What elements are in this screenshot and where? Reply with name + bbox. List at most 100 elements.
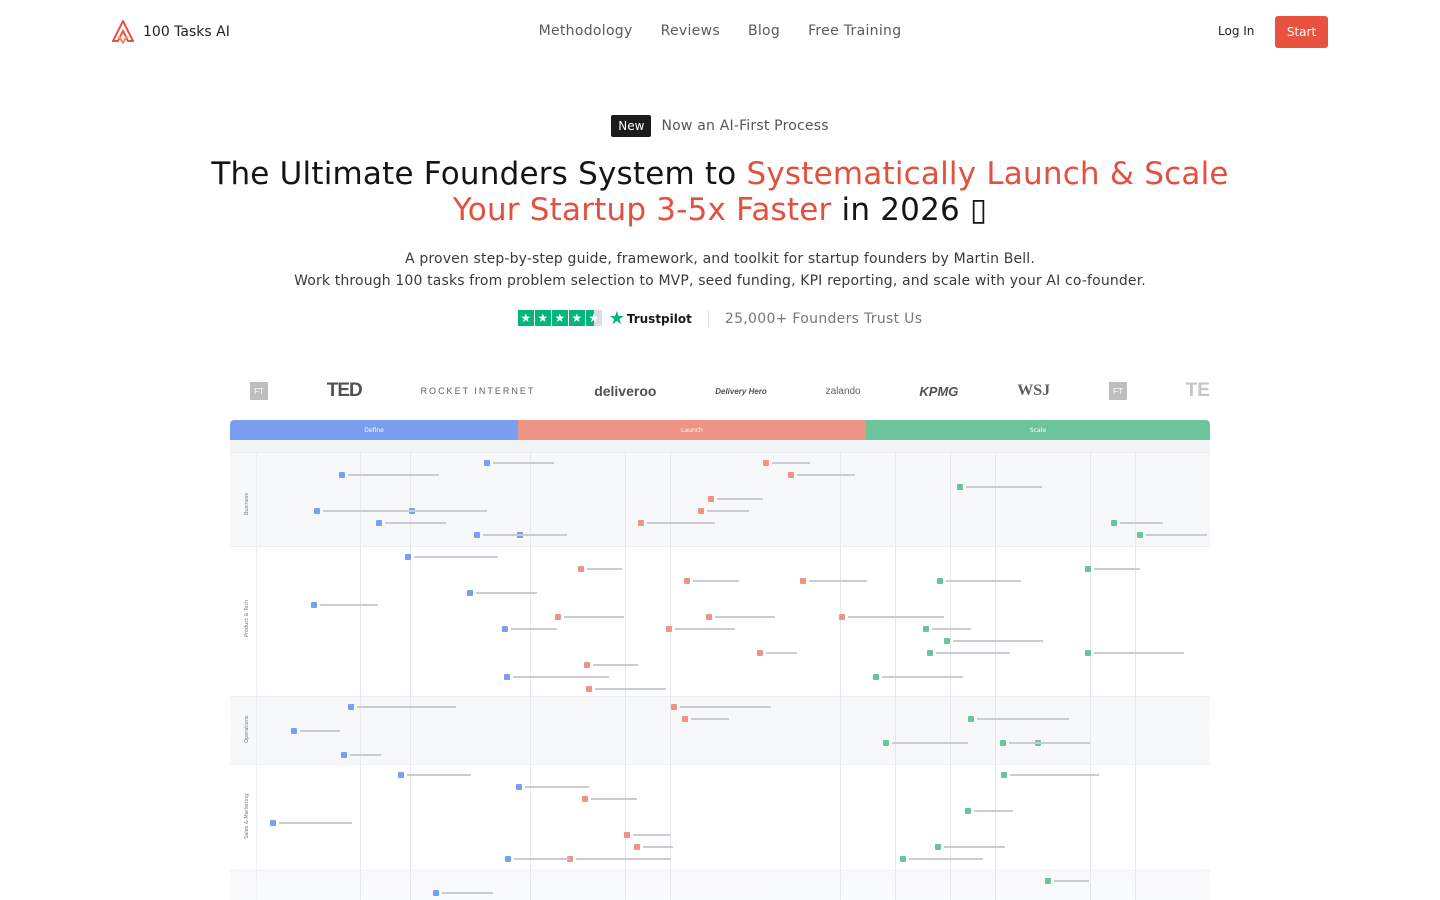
task-checkbox-icon: [586, 686, 592, 692]
task-marker: [671, 704, 771, 710]
task-checkbox-icon: [311, 602, 317, 608]
task-line: [348, 474, 439, 476]
trustpilot-label: Trustpilot: [626, 312, 692, 326]
task-line: [493, 462, 554, 464]
stage-cell: [440, 440, 510, 452]
task-checkbox-icon: [638, 520, 644, 526]
task-line: [1010, 774, 1099, 776]
task-marker: [578, 566, 622, 572]
trust-row: ★ ★ ★ ★ ★ ★ Trustpilot 25,000+ Founders T…: [0, 310, 1440, 328]
lane-label: Business: [244, 492, 250, 515]
task-marker: [409, 508, 487, 514]
task-checkbox-icon: [1085, 566, 1091, 572]
task-line: [1146, 534, 1207, 536]
task-marker: [1085, 650, 1184, 656]
task-checkbox-icon: [502, 626, 508, 632]
task-checkbox-icon: [376, 520, 382, 526]
stage-cell: [650, 440, 720, 452]
task-line: [300, 730, 340, 732]
kpmg-logo: KPMG: [919, 383, 959, 399]
task-marker: [708, 496, 763, 502]
task-line: [511, 628, 557, 630]
task-line: [418, 510, 487, 512]
task-line: [1094, 568, 1140, 570]
task-marker: [706, 614, 775, 620]
task-line: [977, 718, 1069, 720]
task-marker: [757, 650, 797, 656]
task-checkbox-icon: [1045, 878, 1051, 884]
task-checkbox-icon: [873, 674, 879, 680]
task-checkbox-icon: [927, 650, 933, 656]
task-line: [476, 592, 537, 594]
roadmap-board-preview: Define Launch Scale Business Product & T…: [230, 420, 1210, 900]
task-checkbox-icon: [1001, 772, 1007, 778]
task-marker: [624, 832, 670, 838]
task-checkbox-icon: [788, 472, 794, 478]
task-checkbox-icon: [1111, 520, 1117, 526]
wsj-logo: WSJ: [1017, 382, 1051, 399]
headline-glyph: ▯: [969, 192, 988, 228]
task-checkbox-icon: [900, 856, 906, 862]
task-checkbox-icon: [1137, 532, 1143, 538]
task-line: [643, 846, 673, 848]
task-line: [647, 522, 715, 524]
subtitle-line2: Work through 100 tasks from problem sele…: [294, 273, 1146, 289]
new-badge: New: [611, 115, 652, 137]
task-marker: [555, 614, 624, 620]
nav-methodology[interactable]: Methodology: [539, 23, 633, 39]
task-line: [323, 510, 418, 512]
task-marker: [405, 554, 498, 560]
task-checkbox-icon: [314, 508, 320, 514]
task-line: [892, 742, 968, 744]
start-button[interactable]: Start: [1275, 16, 1328, 48]
stage-cell: [230, 440, 300, 452]
grid-line: [360, 452, 361, 900]
task-line: [848, 616, 944, 618]
task-line: [946, 580, 1021, 582]
task-checkbox-icon: [757, 650, 763, 656]
task-checkbox-icon: [666, 626, 672, 632]
task-marker: [839, 614, 944, 620]
lane-divider: [256, 453, 257, 546]
task-line: [587, 568, 622, 570]
task-checkbox-icon: [624, 832, 630, 838]
task-marker: [516, 784, 589, 790]
task-line: [966, 486, 1042, 488]
lane-product-tech: Product & Tech: [230, 546, 1210, 696]
task-line: [1094, 652, 1184, 654]
nav-blog[interactable]: Blog: [748, 23, 780, 39]
task-line: [593, 664, 638, 666]
task-marker: [1085, 566, 1140, 572]
announcement-badge[interactable]: New Now an AI-First Process: [0, 115, 1440, 137]
lane-label: Sales & Marketing: [244, 793, 250, 839]
phase-bar: Define Launch Scale: [230, 420, 1210, 440]
login-link[interactable]: Log In: [1218, 24, 1254, 38]
task-marker: [638, 520, 715, 526]
star-icon: ★: [568, 310, 585, 326]
task-marker: [957, 484, 1042, 490]
hero-headline: The Ultimate Founders System to Systemat…: [120, 156, 1320, 228]
task-checkbox-icon: [291, 728, 297, 734]
task-checkbox-icon: [698, 508, 704, 514]
ft-logo: FT: [250, 382, 268, 400]
task-checkbox-icon: [883, 740, 889, 746]
task-line: [797, 474, 855, 476]
nav-reviews[interactable]: Reviews: [661, 23, 720, 39]
phase-launch: Launch: [518, 420, 866, 440]
nav-free-training[interactable]: Free Training: [808, 23, 901, 39]
task-checkbox-icon: [684, 578, 690, 584]
headline-highlight1: Systematically Launch & Scale: [746, 156, 1229, 192]
task-checkbox-icon: [763, 460, 769, 466]
grid-line: [1090, 452, 1091, 900]
task-line: [633, 834, 670, 836]
task-line: [483, 534, 551, 536]
task-line: [407, 774, 471, 776]
stage-cell: [1000, 440, 1070, 452]
press-logos: FT TED ROCKET INTERNET deliveroo Deliver…: [250, 376, 1210, 406]
stage-cell: [580, 440, 650, 452]
stage-cell: [720, 440, 790, 452]
task-checkbox-icon: [706, 614, 712, 620]
announcement-text: Now an AI-First Process: [661, 118, 829, 134]
task-line: [1120, 522, 1163, 524]
rating-stars[interactable]: ★ ★ ★ ★ ★ ★ Trustpilot: [517, 310, 692, 328]
